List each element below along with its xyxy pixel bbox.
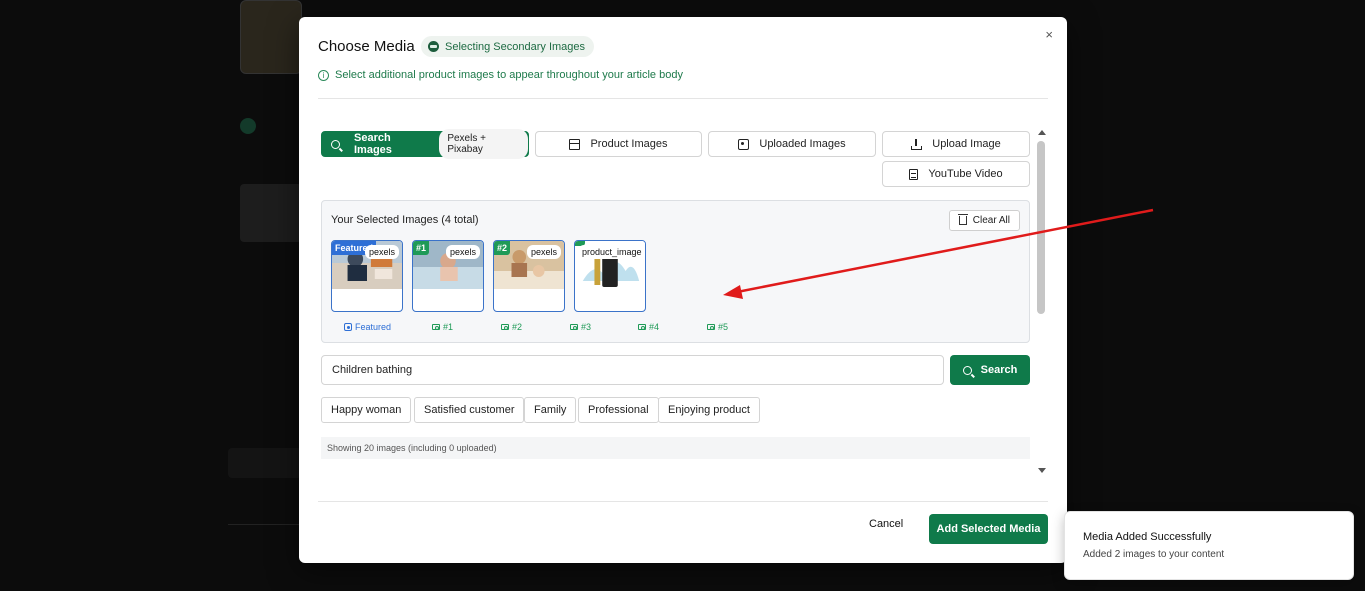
file-icon [909, 168, 919, 180]
mode-pill: Selecting Secondary Images [421, 36, 595, 57]
image-icon [344, 323, 352, 331]
suggestion-chip[interactable]: Enjoying product [658, 397, 760, 423]
scroll-up-icon[interactable] [1038, 130, 1046, 135]
background-thumbnail [240, 0, 302, 74]
slot-label: Featured [355, 322, 392, 332]
choose-media-modal: × Choose Media Selecting Secondary Image… [299, 17, 1067, 563]
scrollbar-thumb[interactable] [1037, 141, 1045, 314]
selected-thumb-featured[interactable]: Featured pexels [331, 240, 403, 312]
cancel-button[interactable]: Cancel [869, 518, 903, 530]
order-badge: #1 [413, 241, 430, 255]
tab-product-images[interactable]: Product Images [535, 131, 702, 157]
scroll-down-icon[interactable] [1038, 468, 1046, 473]
selected-images-title: Your Selected Images (4 total) [331, 214, 479, 226]
slot-featured: Featured [344, 322, 391, 332]
tab-label: Product Images [590, 138, 668, 150]
background-card [240, 184, 302, 242]
slot-label: #3 [581, 322, 592, 332]
search-icon [331, 139, 340, 149]
suggestion-chip[interactable]: Professional [578, 397, 659, 423]
slot-5: #5 [707, 322, 728, 332]
tab-upload-image[interactable]: Upload Image [882, 131, 1030, 157]
slot-label: #2 [512, 322, 523, 332]
image-stack-icon [428, 41, 439, 52]
camera-icon [570, 324, 578, 330]
background-divider [228, 524, 302, 525]
background-button [228, 448, 302, 478]
order-badge: #2 [494, 241, 511, 255]
clear-all-button[interactable]: Clear All [948, 210, 1020, 231]
search-input[interactable] [321, 355, 944, 385]
add-selected-media-button[interactable]: Add Selected Media [929, 514, 1048, 544]
tab-youtube-video[interactable]: YouTube Video [882, 161, 1030, 187]
search-button-label: Search [980, 364, 1018, 376]
suggestion-chip[interactable]: Satisfied customer [414, 397, 525, 423]
tab-label: Search Images [354, 132, 392, 156]
box-icon [569, 138, 581, 150]
footer-divider [318, 501, 1048, 502]
header-divider [318, 98, 1048, 99]
source-tag: pexels [445, 245, 480, 259]
camera-icon [707, 324, 715, 330]
suggestion-chip[interactable]: Happy woman [321, 397, 412, 423]
slot-label: #1 [443, 322, 454, 332]
success-toast: Media Added Successfully Added 2 images … [1064, 511, 1354, 580]
background-icon [240, 118, 256, 134]
slot-1: #1 [432, 322, 453, 332]
clear-all-label: Clear All [972, 215, 1010, 226]
modal-title: Choose Media [318, 38, 415, 55]
modal-scrollbar[interactable] [1037, 130, 1046, 473]
selected-images-panel: Your Selected Images (4 total) Clear All… [321, 200, 1030, 343]
tab-label: Upload Image [932, 138, 1001, 150]
selected-thumb-2[interactable]: #2 pexels [493, 240, 565, 312]
close-icon[interactable]: × [1045, 27, 1053, 42]
tab-search-images[interactable]: Search Images Pexels + Pixabay [321, 129, 529, 159]
selected-thumb-1[interactable]: #1 pexels [412, 240, 484, 312]
search-icon [962, 365, 972, 375]
slot-label: #5 [718, 322, 729, 332]
camera-icon [432, 324, 440, 330]
tab-uploaded-images[interactable]: Uploaded Images [708, 131, 876, 157]
toast-message: Added 2 images to your content [1083, 549, 1225, 560]
selected-thumb-3[interactable]: product_image [574, 240, 646, 312]
mode-pill-label: Selecting Secondary Images [445, 40, 586, 53]
image-icon [738, 138, 750, 150]
source-tag: product_image [578, 245, 645, 259]
toast-title: Media Added Successfully [1083, 531, 1212, 543]
info-icon: i [318, 69, 329, 81]
camera-icon [501, 324, 509, 330]
results-status: Showing 20 images (including 0 uploaded) [321, 437, 1030, 459]
subtitle-text: Select additional product images to appe… [335, 69, 683, 81]
slot-label: #4 [649, 322, 660, 332]
camera-icon [638, 324, 646, 330]
upload-icon [911, 138, 923, 150]
search-button[interactable]: Search [950, 355, 1030, 385]
source-tag: pexels [526, 245, 561, 259]
source-badge: Pexels + Pixabay [439, 129, 528, 159]
slot-2: #2 [501, 322, 522, 332]
trash-icon [957, 214, 968, 225]
modal-subtitle: i Select additional product images to ap… [318, 69, 683, 81]
tab-label: Uploaded Images [759, 138, 846, 150]
slot-4: #4 [638, 322, 659, 332]
suggestion-chip[interactable]: Family [524, 397, 577, 423]
source-tag: pexels [364, 245, 399, 259]
slot-3: #3 [570, 322, 591, 332]
tab-label: YouTube Video [928, 168, 1003, 180]
